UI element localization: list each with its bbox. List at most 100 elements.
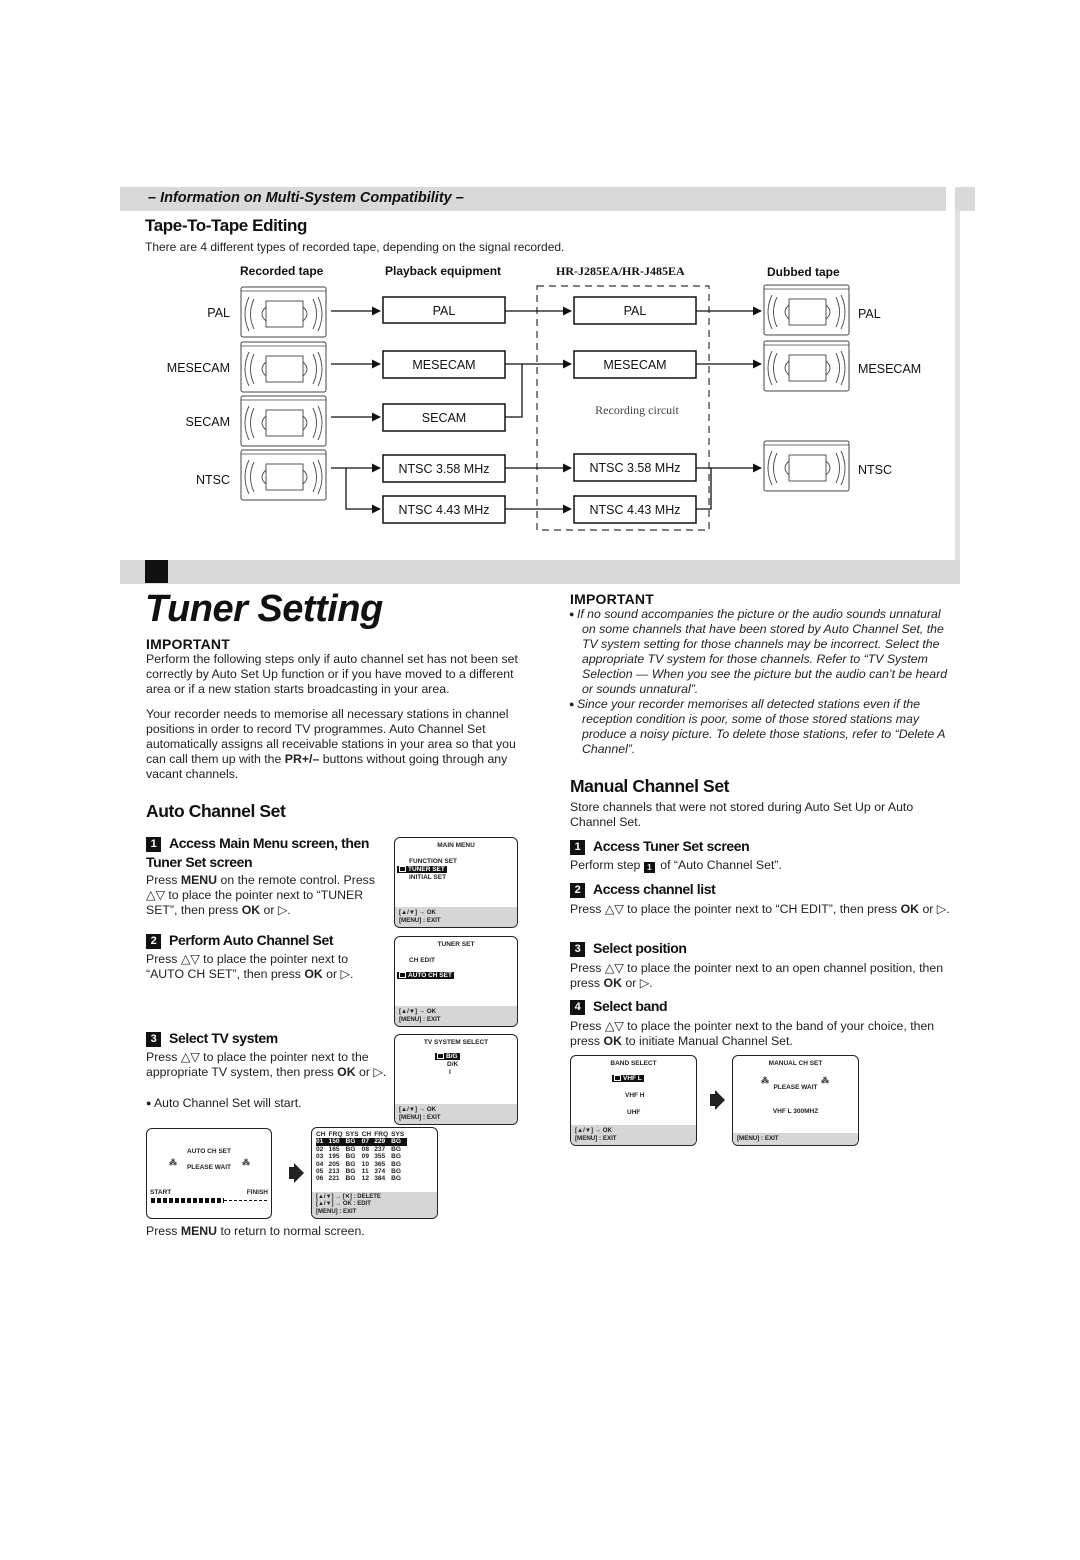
text: Press bbox=[146, 1224, 181, 1238]
manual-step-2-text: Press △▽ to place the pointer next to “C… bbox=[570, 902, 950, 917]
channel-table-cell: BG bbox=[345, 1138, 362, 1146]
auto-channel-set-heading: Auto Channel Set bbox=[146, 801, 286, 821]
osd-manual-ch-set: MANUAL CH SET PLEASE WAIT ⁂ ⁂ VHF L 300M… bbox=[732, 1055, 859, 1146]
sparkle-icon: ⁂ bbox=[821, 1076, 829, 1085]
osd-tv-system-select: TV SYSTEM SELECT B/G D/K I [▲/▼] → OK [ME… bbox=[394, 1034, 518, 1125]
osd-item-label: TUNER SET bbox=[408, 866, 445, 873]
text: to return to normal screen. bbox=[217, 1224, 365, 1238]
recorded-label-pal: PAL bbox=[207, 306, 230, 320]
osd-footer-line: [MENU] : EXIT bbox=[399, 1016, 441, 1023]
manual-step-3-title-text: Select position bbox=[593, 940, 687, 956]
manual-step-4-title: 4 Select band bbox=[570, 998, 668, 1015]
pointer-icon bbox=[614, 1075, 621, 1081]
manual-step-1-text: Perform step 1 of “Auto Channel Set”. bbox=[570, 858, 782, 873]
column-header-playback-equipment: Playback equipment bbox=[385, 264, 502, 278]
channel-table-cell: 04 bbox=[316, 1160, 324, 1168]
channel-table-header-cell: CH bbox=[316, 1131, 326, 1138]
ok-key-label: OK bbox=[337, 1065, 356, 1079]
manual-step-3-title: 3 Select position bbox=[570, 940, 687, 957]
osd-footer: [MENU] : EXIT bbox=[733, 1133, 858, 1145]
channel-table-cell: 02 bbox=[316, 1145, 324, 1153]
playback-label-mesecam: MESECAM bbox=[412, 358, 475, 372]
step-ref-icon: 1 bbox=[643, 862, 655, 873]
osd-auto-ch-set-progress: AUTO CH SET PLEASE WAIT ⁂ ⁂ START FINISH bbox=[146, 1128, 272, 1219]
ok-key-label: OK bbox=[304, 967, 323, 981]
step-number-1: 1 bbox=[570, 840, 585, 855]
auto-step-2-title-text: Perform Auto Channel Set bbox=[169, 932, 334, 948]
text: to initiate Manual Channel Set. bbox=[621, 1034, 793, 1048]
manual-channel-set-heading: Manual Channel Set bbox=[570, 776, 730, 796]
osd-footer: [▲/▼] → [✕] : DELETE [▲/▼] → OK : EDIT [… bbox=[312, 1191, 437, 1218]
channel-table-cell: BG bbox=[345, 1168, 356, 1176]
pointer-icon bbox=[399, 972, 406, 978]
pointer-icon bbox=[399, 866, 406, 872]
auto-step-3-title-text: Select TV system bbox=[169, 1030, 278, 1046]
channel-table-row: 06 221 BG 12 384 BG bbox=[316, 1175, 407, 1182]
dubbed-cassette-ntsc-icon bbox=[763, 440, 850, 492]
sparkle-icon: ⁂ bbox=[761, 1076, 769, 1085]
auto-step-3-bullet: Auto Channel Set will start. bbox=[146, 1096, 302, 1111]
osd-footer-line: [▲/▼] → OK bbox=[399, 1008, 436, 1015]
osd-title: TV SYSTEM SELECT bbox=[423, 1039, 489, 1046]
manual-step-2-title-text: Access channel list bbox=[593, 881, 716, 897]
important-label-left: IMPORTANT bbox=[146, 636, 230, 652]
channel-table-header-cell: CH bbox=[361, 1131, 372, 1138]
channel-table-cell: 10 bbox=[361, 1160, 369, 1168]
dubbed-cassette-mesecam-icon bbox=[763, 340, 850, 392]
tape-to-tape-intro: There are 4 different types of recorded … bbox=[145, 240, 565, 254]
osd-title: MANUAL CH SET bbox=[768, 1060, 823, 1067]
recorded-cassette-mesecam-icon bbox=[240, 341, 327, 393]
ok-key-label: OK bbox=[603, 1034, 622, 1048]
text: Press △▽ to place the pointer next to “C… bbox=[570, 902, 901, 916]
osd-footer-line: [MENU] : EXIT bbox=[316, 1208, 357, 1215]
osd-please-wait: PLEASE WAIT bbox=[186, 1164, 232, 1171]
channel-table-cell: 08 bbox=[361, 1145, 369, 1153]
ok-key-label: OK bbox=[900, 902, 920, 916]
auto-step-3-title: 3 Select TV system bbox=[146, 1030, 278, 1047]
channel-table-cell: BG bbox=[345, 1160, 356, 1168]
channel-table-cell: 237 bbox=[374, 1145, 386, 1153]
channel-table-cell: 355 bbox=[374, 1153, 386, 1161]
manual-step-1-title: 1 Access Tuner Set screen bbox=[570, 838, 750, 855]
manual-intro: Store channels that were not stored duri… bbox=[570, 800, 914, 829]
channel-table-cell: BG bbox=[345, 1175, 356, 1183]
channel-table-header-cell: FRQ bbox=[374, 1131, 389, 1138]
osd-item-auto-ch-set: AUTO CH SET bbox=[397, 972, 454, 979]
channel-table-cell: BG bbox=[391, 1168, 401, 1176]
osd-item-label: B/G bbox=[446, 1053, 458, 1060]
osd-footer-line: [▲/▼] → OK : EDIT bbox=[316, 1201, 371, 1207]
manual-step-1-title-text: Access Tuner Set screen bbox=[593, 838, 750, 854]
text: or ▷. bbox=[355, 1065, 387, 1079]
manual-step-4-text: Press △▽ to place the pointer next to th… bbox=[570, 1019, 950, 1049]
text: Press △▽ to place the pointer next to th… bbox=[146, 1050, 369, 1079]
osd-item-uhf: UHF bbox=[627, 1109, 641, 1116]
osd-footer-line: [▲/▼] → OK bbox=[399, 909, 436, 916]
channel-table-header: CH FRQ SYS CH FRQ SYS bbox=[316, 1131, 407, 1138]
osd-footer-line: [▲/▼] → OK bbox=[575, 1127, 612, 1134]
page-title: Tuner Setting bbox=[145, 588, 383, 630]
channel-table-cell: BG bbox=[345, 1145, 356, 1153]
recorded-label-secam: SECAM bbox=[186, 415, 230, 429]
channel-table-cell: 03 bbox=[316, 1153, 324, 1161]
osd-item-vhf-h: VHF H bbox=[625, 1092, 645, 1099]
channel-table-cell: 12 bbox=[361, 1175, 369, 1183]
osd-main-menu: MAIN MENU FUNCTION SET TUNER SET INITIAL… bbox=[394, 837, 518, 928]
osd-please-wait: PLEASE WAIT bbox=[773, 1084, 818, 1091]
osd-title: MAIN MENU bbox=[437, 842, 475, 849]
text: or ▷. bbox=[260, 903, 291, 917]
channel-table-header-cell: SYS bbox=[345, 1131, 359, 1138]
channel-table-cell: 06 bbox=[316, 1175, 324, 1183]
recording-label-ntsc358: NTSC 3.58 MHz bbox=[590, 461, 681, 475]
channel-table-cell: 195 bbox=[328, 1153, 340, 1161]
playback-label-pal: PAL bbox=[433, 304, 456, 318]
text: or ▷. bbox=[322, 967, 354, 981]
manual-step-4-title-text: Select band bbox=[593, 998, 668, 1014]
channel-table-cell: BG bbox=[391, 1160, 401, 1168]
important-label-right: IMPORTANT bbox=[570, 591, 654, 607]
playback-label-ntsc358: NTSC 3.58 MHz bbox=[399, 462, 490, 476]
pointer-icon bbox=[437, 1053, 444, 1059]
menu-key-label: MENU bbox=[180, 1224, 218, 1238]
channel-table-cell: 11 bbox=[361, 1168, 369, 1176]
osd-tuner-set: TUNER SET CH EDIT AUTO CH SET [▲/▼] → OK… bbox=[394, 936, 518, 1027]
channel-table-header-cell: SYS bbox=[391, 1131, 405, 1138]
